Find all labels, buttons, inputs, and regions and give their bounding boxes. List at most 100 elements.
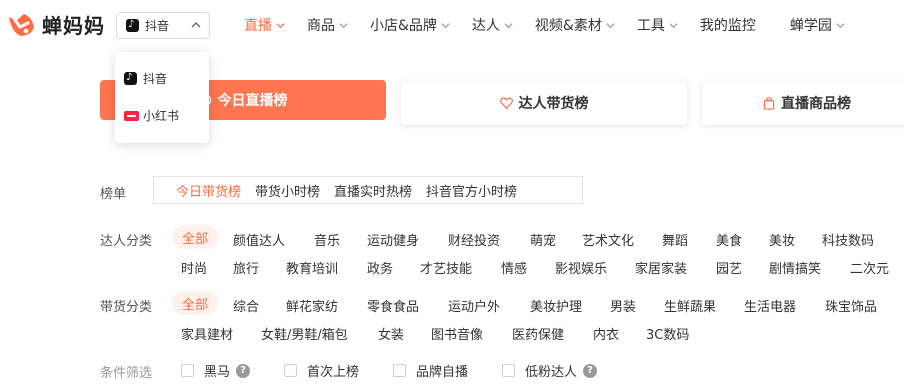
platform-select[interactable]: 抖音 xyxy=(116,12,210,39)
creator-category-all[interactable]: 全部 xyxy=(172,225,218,249)
creator-category-label: 达人分类 xyxy=(100,234,153,249)
goods-category-option[interactable]: 生鲜蔬果 xyxy=(664,296,716,315)
creator-category-option[interactable]: 美妆 xyxy=(769,230,795,249)
nav-item-label: 工具 xyxy=(636,18,665,34)
creator-category-option[interactable]: 教育培训 xyxy=(286,258,338,277)
platform-selected-label: 抖音 xyxy=(145,19,170,33)
condition-label: 品牌自播 xyxy=(416,365,469,380)
board-option[interactable]: 今日带货榜 xyxy=(154,181,248,200)
dropdown-item-label: 抖音 xyxy=(143,72,168,86)
board-option[interactable]: 抖音官方小时榜 xyxy=(419,181,524,200)
condition-label: 黑马 xyxy=(204,365,231,380)
tab-label: 直播商品榜 xyxy=(781,96,851,112)
goods-category-all[interactable]: 全部 xyxy=(172,291,218,315)
nav-item-shops-brands[interactable]: 小店&品牌 xyxy=(370,15,450,35)
creator-category-option[interactable]: 艺术文化 xyxy=(582,230,634,249)
chevron-down-icon xyxy=(441,22,450,28)
nav-item-videos[interactable]: 视频&素材 xyxy=(535,15,615,35)
goods-category-option[interactable]: 鲜花家纺 xyxy=(286,296,338,315)
platform-dropdown: 抖音 小红书 xyxy=(115,52,209,143)
tab-creator-sales-rank[interactable]: 达人带货榜 xyxy=(401,81,687,125)
board-selector: 今日带货榜 带货小时榜 直播实时热榜 抖音官方小时榜 xyxy=(153,176,583,204)
tiktok-icon xyxy=(124,71,137,85)
chevron-down-icon xyxy=(339,22,348,28)
creator-category-option[interactable]: 政务 xyxy=(367,258,393,277)
creator-category-option[interactable]: 财经投资 xyxy=(448,230,500,249)
creator-category-option[interactable]: 舞蹈 xyxy=(662,230,688,249)
creator-category-option[interactable]: 科技数码 xyxy=(822,230,874,249)
board-option[interactable]: 带货小时榜 xyxy=(248,181,327,200)
creator-category-option[interactable]: 家居家装 xyxy=(635,258,687,277)
condition-filter-label: 条件筛选 xyxy=(100,366,153,381)
chevron-down-icon xyxy=(836,22,845,28)
dropdown-item-douyin[interactable]: 抖音 xyxy=(124,70,167,87)
checkbox[interactable] xyxy=(502,364,515,377)
goods-category-option[interactable]: 女鞋/男鞋/箱包 xyxy=(261,324,348,343)
goods-category-option[interactable]: 生活电器 xyxy=(744,296,796,315)
condition-label: 首次上榜 xyxy=(307,365,360,380)
nav-item-creators[interactable]: 达人 xyxy=(472,15,513,35)
nav-item-tools[interactable]: 工具 xyxy=(637,15,678,35)
nav-item-monitoring[interactable]: 我的监控 xyxy=(700,15,756,35)
creator-category-option[interactable]: 影视娱乐 xyxy=(555,258,607,277)
creator-category-option[interactable]: 颜值达人 xyxy=(233,230,285,249)
goods-category-option[interactable]: 美妆护理 xyxy=(530,296,582,315)
nav-item-label: 商品 xyxy=(307,18,335,34)
goods-category-option[interactable]: 3C数码 xyxy=(646,324,689,343)
creator-category-option[interactable]: 才艺技能 xyxy=(420,258,472,277)
checkbox[interactable] xyxy=(393,364,406,377)
creator-category-option[interactable]: 音乐 xyxy=(314,230,340,249)
nav-item-live[interactable]: 直播 xyxy=(244,15,285,35)
nav-item-products[interactable]: 商品 xyxy=(307,15,348,35)
nav-item-academy[interactable]: 蝉学园 xyxy=(790,15,845,35)
help-icon[interactable]: ? xyxy=(236,363,251,378)
tab-label: 达人带货榜 xyxy=(518,96,589,112)
top-nav-bar: 蝉妈妈 抖音 直播 商品 小店&品牌 达人 视频&素材 工具 xyxy=(0,0,904,50)
condition-first-on-list[interactable]: 首次上榜 xyxy=(284,361,359,380)
nav-item-label: 达人 xyxy=(471,18,500,34)
goods-category-option[interactable]: 图书音像 xyxy=(431,324,483,343)
heart-icon xyxy=(499,97,513,109)
condition-dark-horse[interactable]: 黑马 ? xyxy=(181,361,251,380)
chevron-down-icon xyxy=(504,22,513,28)
tab-label: 今日直播榜 xyxy=(217,93,288,109)
help-icon[interactable]: ? xyxy=(583,363,598,378)
checkbox[interactable] xyxy=(181,364,194,377)
condition-brand-self-live[interactable]: 品牌自播 xyxy=(393,361,468,380)
tab-live-product-rank[interactable]: 直播商品榜 xyxy=(702,81,904,125)
creator-category-option[interactable]: 二次元 xyxy=(850,258,889,277)
chevron-up-icon xyxy=(191,22,201,28)
creator-category-option[interactable]: 运动健身 xyxy=(367,230,419,249)
board-option[interactable]: 直播实时热榜 xyxy=(327,181,419,200)
board-label: 榜单 xyxy=(100,187,127,202)
goods-category-option[interactable]: 运动户外 xyxy=(448,296,500,315)
nav-item-label: 视频&素材 xyxy=(534,18,602,34)
tiktok-icon xyxy=(126,18,139,32)
xiaohongshu-icon xyxy=(124,110,139,121)
goods-category-option[interactable]: 家具建材 xyxy=(181,324,233,343)
condition-low-follower[interactable]: 低粉达人 ? xyxy=(502,361,598,380)
brand-logo[interactable]: 蝉妈妈 xyxy=(6,10,105,39)
checkbox[interactable] xyxy=(284,364,297,377)
creator-category-option[interactable]: 时尚 xyxy=(181,258,207,277)
creator-category-option[interactable]: 情感 xyxy=(501,258,527,277)
goods-category-option[interactable]: 珠宝饰品 xyxy=(825,296,877,315)
goods-category-option[interactable]: 综合 xyxy=(233,296,259,315)
creator-category-option[interactable]: 萌宠 xyxy=(530,230,556,249)
logo-icon xyxy=(9,13,34,36)
creator-category-option[interactable]: 园艺 xyxy=(716,258,742,277)
nav-item-label: 直播 xyxy=(244,18,272,34)
shopping-bag-icon xyxy=(763,96,775,110)
goods-category-option[interactable]: 女装 xyxy=(378,324,404,343)
goods-category-option[interactable]: 医药保健 xyxy=(512,324,564,343)
creator-category-option[interactable]: 美食 xyxy=(716,230,742,249)
goods-category-option[interactable]: 零食食品 xyxy=(367,296,419,315)
nav-item-label: 小店&品牌 xyxy=(370,18,437,34)
brand-name: 蝉妈妈 xyxy=(42,14,105,38)
goods-category-option[interactable]: 内衣 xyxy=(593,324,619,343)
chevron-down-icon xyxy=(669,22,678,28)
creator-category-option[interactable]: 剧情搞笑 xyxy=(769,258,821,277)
goods-category-option[interactable]: 男装 xyxy=(610,296,636,315)
dropdown-item-xiaohongshu[interactable]: 小红书 xyxy=(124,107,179,124)
creator-category-option[interactable]: 旅行 xyxy=(233,258,259,277)
